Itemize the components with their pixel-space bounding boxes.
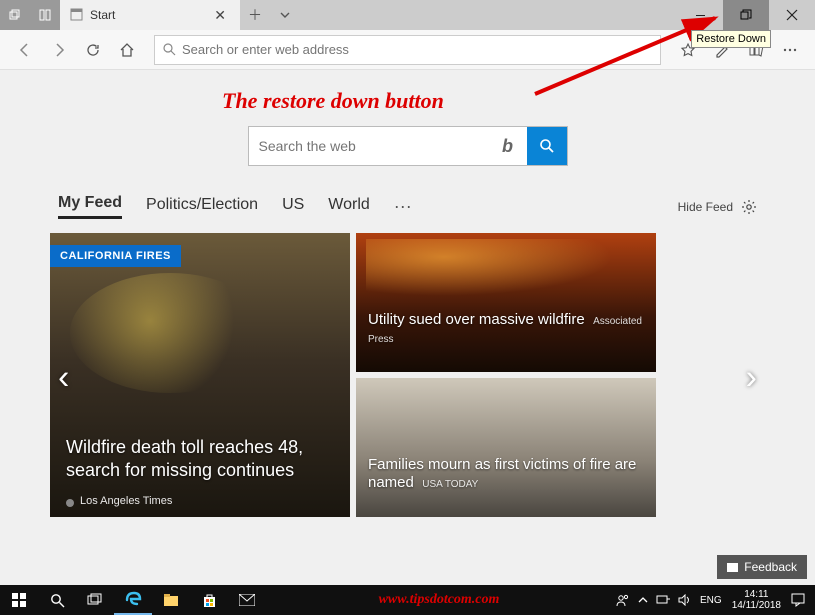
taskbar-edge-button[interactable]	[114, 585, 152, 615]
tab-title: Start	[90, 8, 210, 22]
news-source: Los Angeles Times	[80, 495, 172, 507]
network-icon[interactable]	[656, 594, 670, 606]
bing-logo-icon: b	[489, 127, 527, 165]
taskbar-mail-button[interactable]	[228, 585, 266, 615]
feedback-button[interactable]: Feedback	[717, 555, 807, 579]
watermark-text: www.tipsdotcom.com	[266, 592, 612, 608]
feed-tab-us[interactable]: US	[282, 196, 304, 218]
clock-date: 14/11/2018	[732, 600, 781, 611]
task-view-button[interactable]	[76, 585, 114, 615]
tab-overflow-button[interactable]	[270, 0, 300, 30]
content-area: b My Feed Politics/Election US World ···…	[0, 70, 815, 585]
home-button[interactable]	[110, 33, 144, 67]
address-input[interactable]	[182, 42, 652, 57]
taskbar-store-button[interactable]	[190, 585, 228, 615]
more-button[interactable]	[773, 33, 807, 67]
tab-actions-button[interactable]	[0, 0, 30, 30]
tray-chevron-icon[interactable]	[638, 595, 648, 605]
news-tile-main[interactable]: CALIFORNIA FIRES Wildfire death toll rea…	[50, 233, 350, 517]
feedback-icon	[727, 563, 738, 572]
news-headline: Families mourn as first victims of fire …	[368, 456, 644, 494]
web-search-input[interactable]	[249, 127, 489, 165]
restore-down-button[interactable]: Restore Down	[723, 0, 769, 30]
news-badge: CALIFORNIA FIRES	[50, 245, 181, 267]
search-icon	[163, 43, 176, 56]
taskbar: www.tipsdotcom.com ENG 14:11 14/11/2018	[0, 585, 815, 615]
tab-close-button[interactable]: ✕	[210, 7, 230, 24]
tab-favicon-icon	[70, 8, 84, 22]
news-headline: Utility sued over massive wildfire Assoc…	[368, 311, 644, 349]
feed-nav: My Feed Politics/Election US World ··· H…	[40, 194, 775, 219]
restore-tooltip: Restore Down	[691, 30, 771, 48]
feed-tab-more[interactable]: ···	[394, 196, 412, 217]
source-dot-icon	[66, 499, 74, 507]
browser-tab[interactable]: Start ✕	[60, 0, 240, 30]
feed-tab-world[interactable]: World	[328, 196, 370, 218]
address-bar[interactable]	[154, 35, 661, 65]
carousel-next-button[interactable]: ›	[746, 359, 757, 398]
title-bar: Start ✕ ＋ Restore Down	[0, 0, 815, 30]
web-search-box: b	[248, 126, 568, 166]
new-tab-button[interactable]: ＋	[240, 0, 270, 30]
refresh-button[interactable]	[76, 33, 110, 67]
back-button[interactable]	[8, 33, 42, 67]
carousel-prev-button[interactable]: ‹	[58, 359, 69, 398]
taskbar-clock[interactable]: 14:11 14/11/2018	[726, 589, 787, 611]
close-window-button[interactable]	[769, 0, 815, 30]
news-tile-secondary-1[interactable]: Utility sued over massive wildfire Assoc…	[356, 233, 656, 372]
feed-tab-my-feed[interactable]: My Feed	[58, 194, 122, 219]
language-indicator[interactable]: ENG	[700, 595, 722, 606]
start-button[interactable]	[0, 585, 38, 615]
minimize-button[interactable]	[677, 0, 723, 30]
action-center-icon[interactable]	[791, 593, 805, 607]
clock-time: 14:11	[732, 589, 781, 600]
web-search-button[interactable]	[527, 127, 567, 165]
volume-icon[interactable]	[678, 594, 692, 606]
feed-tab-politics[interactable]: Politics/Election	[146, 196, 258, 218]
system-tray: ENG 14:11 14/11/2018	[612, 589, 815, 611]
news-headline: Wildfire death toll reaches 48, search f…	[66, 436, 334, 481]
news-tile-secondary-2[interactable]: Families mourn as first victims of fire …	[356, 378, 656, 517]
taskbar-explorer-button[interactable]	[152, 585, 190, 615]
feedback-label: Feedback	[744, 560, 797, 574]
annotation-text: The restore down button	[222, 88, 444, 114]
taskbar-search-button[interactable]	[38, 585, 76, 615]
people-icon[interactable]	[616, 593, 630, 607]
set-aside-tabs-button[interactable]	[30, 0, 60, 30]
hide-feed-link[interactable]: Hide Feed	[678, 200, 733, 214]
news-tiles: ‹ CALIFORNIA FIRES Wildfire death toll r…	[40, 233, 775, 523]
forward-button[interactable]	[42, 33, 76, 67]
feed-settings-button[interactable]	[741, 199, 757, 215]
